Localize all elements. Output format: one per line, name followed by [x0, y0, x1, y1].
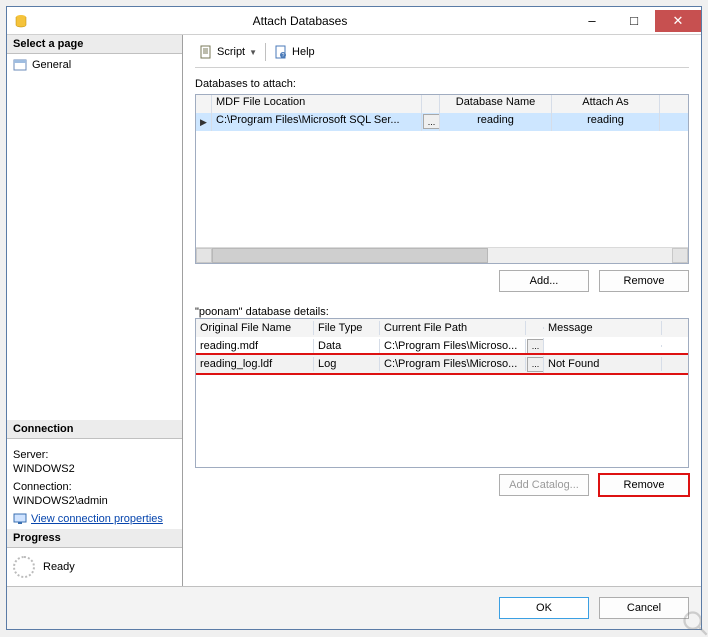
details-row-message: Not Found [544, 357, 662, 371]
script-button-label: Script [217, 46, 245, 58]
select-page-header: Select a page [7, 35, 182, 54]
progress-status: Ready [43, 561, 75, 573]
details-row-orig: reading_log.ldf [196, 357, 314, 371]
dialog-footer: OK Cancel [7, 586, 701, 629]
connection-header: Connection [7, 420, 182, 439]
browse-mdf-button[interactable]: ... [423, 114, 440, 129]
view-connection-properties-link[interactable]: View connection properties [13, 513, 176, 525]
details-row-orig: reading.mdf [196, 339, 314, 353]
chevron-down-icon: ▼ [249, 48, 257, 57]
remove-database-button[interactable]: Remove [599, 270, 689, 292]
database-details-label: "poonam" database details: [195, 306, 689, 318]
maximize-button[interactable]: □ [613, 10, 655, 32]
col-path[interactable]: Current File Path [380, 321, 526, 335]
connection-label: Connection: [13, 481, 176, 493]
sidebar-item-label: General [32, 59, 71, 71]
details-row-message [544, 345, 662, 347]
add-catalog-button: Add Catalog... [499, 474, 589, 496]
script-button[interactable]: Script ▼ [195, 43, 261, 61]
attach-grid-hscroll[interactable] [196, 247, 688, 263]
server-value: WINDOWS2 [13, 463, 176, 475]
details-row-highlighted[interactable]: reading_log.ldf Log C:\Program Files\Mic… [196, 355, 688, 373]
attach-row-dbname: reading [440, 113, 552, 131]
main-panel: Script ▼ ? Help Databases to attach: MDF… [183, 35, 701, 586]
col-ftype[interactable]: File Type [314, 321, 380, 335]
attach-row-mdf: C:\Program Files\Microsoft SQL Ser... [212, 113, 422, 131]
details-row[interactable]: reading.mdf Data C:\Program Files\Micros… [196, 337, 688, 355]
databases-to-attach-label: Databases to attach: [195, 78, 689, 90]
details-row-path: C:\Program Files\Microso... [380, 357, 526, 371]
details-row-path: C:\Program Files\Microso... [380, 339, 526, 353]
app-icon [13, 13, 29, 29]
script-icon [199, 45, 213, 59]
svg-text:?: ? [282, 53, 285, 59]
attach-databases-window: Attach Databases – □ ✕ Select a page Gen… [6, 6, 702, 630]
col-attach-as[interactable]: Attach As [552, 95, 660, 113]
minimize-button[interactable]: – [571, 10, 613, 32]
sidebar: Select a page General Connection Server:… [7, 35, 183, 586]
remove-file-button[interactable]: Remove [599, 474, 689, 496]
view-connection-properties-label: View connection properties [31, 513, 163, 525]
sidebar-item-general[interactable]: General [13, 58, 176, 72]
monitor-icon [13, 513, 27, 525]
add-database-button[interactable]: Add... [499, 270, 589, 292]
help-icon: ? [274, 45, 288, 59]
details-grid[interactable]: Original File Name File Type Current Fil… [195, 318, 689, 468]
browse-path-button[interactable]: ... [527, 339, 544, 354]
attach-grid[interactable]: MDF File Location Database Name Attach A… [195, 94, 689, 264]
connection-value: WINDOWS2\admin [13, 495, 176, 507]
col-message[interactable]: Message [544, 321, 662, 335]
help-button[interactable]: ? Help [270, 43, 319, 61]
col-mdf[interactable]: MDF File Location [212, 95, 422, 113]
col-orig[interactable]: Original File Name [196, 321, 314, 335]
attach-row[interactable]: ▶ C:\Program Files\Microsoft SQL Ser... … [196, 113, 688, 131]
ok-button[interactable]: OK [499, 597, 589, 619]
close-button[interactable]: ✕ [655, 10, 701, 32]
server-label: Server: [13, 449, 176, 461]
browse-path-button[interactable]: ... [527, 357, 544, 372]
progress-header: Progress [7, 529, 182, 548]
progress-spinner-icon [13, 556, 35, 578]
details-row-ftype: Log [314, 357, 380, 371]
help-button-label: Help [292, 46, 315, 58]
magnifier-icon [681, 609, 708, 637]
details-row-ftype: Data [314, 339, 380, 353]
titlebar: Attach Databases – □ ✕ [7, 7, 701, 35]
col-dbname[interactable]: Database Name [440, 95, 552, 113]
attach-row-attachas[interactable]: reading [552, 113, 660, 131]
page-icon [13, 58, 27, 72]
row-indicator-icon: ▶ [200, 117, 207, 128]
cancel-button[interactable]: Cancel [599, 597, 689, 619]
window-title: Attach Databases [29, 14, 571, 28]
toolbar: Script ▼ ? Help [195, 43, 689, 68]
